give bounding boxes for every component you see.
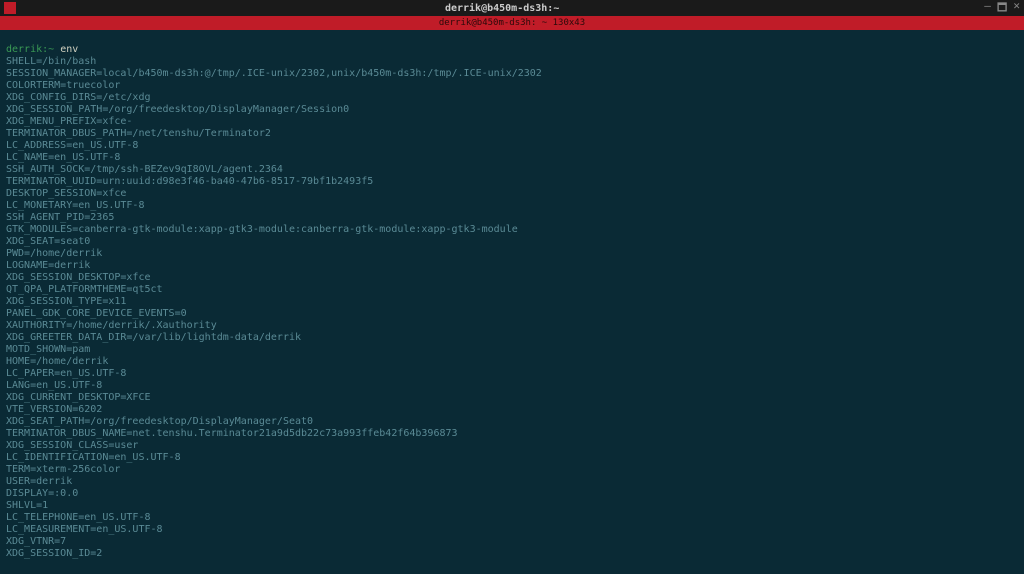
window-controls: — 🗖 ✕ [984, 0, 1020, 18]
env-variable-line: PWD=/home/derrik [6, 248, 1018, 260]
env-variable-line: LC_MEASUREMENT=en_US.UTF-8 [6, 524, 1018, 536]
window-titlebar: derrik@b450m-ds3h:~ — 🗖 ✕ [0, 0, 1024, 16]
env-variable-line: SSH_AUTH_SOCK=/tmp/ssh-BEZev9qI8OVL/agen… [6, 164, 1018, 176]
env-variable-line: TERM=xterm-256color [6, 464, 1018, 476]
env-variable-line: TERMINATOR_DBUS_PATH=/net/tenshu/Termina… [6, 128, 1018, 140]
minimize-button[interactable]: — [984, 0, 991, 18]
env-variable-line: LC_TELEPHONE=en_US.UTF-8 [6, 512, 1018, 524]
tab-label[interactable]: derrik@b450m-ds3h: ~ 130x43 [439, 18, 585, 28]
env-variable-line: XDG_MENU_PREFIX=xfce- [6, 116, 1018, 128]
env-variable-line: GTK_MODULES=canberra-gtk-module:xapp-gtk… [6, 224, 1018, 236]
env-variable-line: VTE_VERSION=6202 [6, 404, 1018, 416]
maximize-button[interactable]: 🗖 [997, 0, 1007, 18]
app-icon [4, 2, 16, 14]
terminal-output[interactable]: derrik:~ env SHELL=/bin/bashSESSION_MANA… [0, 30, 1024, 574]
env-variable-line: SHLVL=1 [6, 500, 1018, 512]
env-variable-line: XDG_SESSION_CLASS=user [6, 440, 1018, 452]
close-button[interactable]: ✕ [1013, 0, 1020, 18]
env-variable-line: QT_QPA_PLATFORMTHEME=qt5ct [6, 284, 1018, 296]
env-variable-line: XDG_SESSION_DESKTOP=xfce [6, 272, 1018, 284]
env-variable-line: XDG_SESSION_PATH=/org/freedesktop/Displa… [6, 104, 1018, 116]
env-variable-line: SSH_AGENT_PID=2365 [6, 212, 1018, 224]
env-variable-line: XDG_GREETER_DATA_DIR=/var/lib/lightdm-da… [6, 332, 1018, 344]
env-variable-line: LC_ADDRESS=en_US.UTF-8 [6, 140, 1018, 152]
env-variable-line: LC_IDENTIFICATION=en_US.UTF-8 [6, 452, 1018, 464]
env-variable-line: LANG=en_US.UTF-8 [6, 380, 1018, 392]
env-output: SHELL=/bin/bashSESSION_MANAGER=local/b45… [6, 56, 1018, 560]
env-variable-line: TERMINATOR_DBUS_NAME=net.tenshu.Terminat… [6, 428, 1018, 440]
env-variable-line: XDG_SESSION_TYPE=x11 [6, 296, 1018, 308]
prompt-line: derrik:~ env [6, 44, 78, 55]
env-variable-line: LC_PAPER=en_US.UTF-8 [6, 368, 1018, 380]
env-variable-line: XDG_SESSION_ID=2 [6, 548, 1018, 560]
tab-bar: derrik@b450m-ds3h: ~ 130x43 [0, 16, 1024, 30]
env-variable-line: COLORTERM=truecolor [6, 80, 1018, 92]
env-variable-line: XDG_SEAT_PATH=/org/freedesktop/DisplayMa… [6, 416, 1018, 428]
prompt-user-host: derrik:~ [6, 44, 54, 55]
env-variable-line: DISPLAY=:0.0 [6, 488, 1018, 500]
env-variable-line: XDG_SEAT=seat0 [6, 236, 1018, 248]
env-variable-line: XDG_CURRENT_DESKTOP=XFCE [6, 392, 1018, 404]
window-title: derrik@b450m-ds3h:~ [20, 3, 984, 14]
env-variable-line: XDG_VTNR=7 [6, 536, 1018, 548]
env-variable-line: SHELL=/bin/bash [6, 56, 1018, 68]
prompt-command: env [54, 44, 78, 55]
env-variable-line: LC_NAME=en_US.UTF-8 [6, 152, 1018, 164]
env-variable-line: XDG_CONFIG_DIRS=/etc/xdg [6, 92, 1018, 104]
env-variable-line: MOTD_SHOWN=pam [6, 344, 1018, 356]
env-variable-line: LC_MONETARY=en_US.UTF-8 [6, 200, 1018, 212]
env-variable-line: HOME=/home/derrik [6, 356, 1018, 368]
env-variable-line: USER=derrik [6, 476, 1018, 488]
env-variable-line: LOGNAME=derrik [6, 260, 1018, 272]
env-variable-line: SESSION_MANAGER=local/b450m-ds3h:@/tmp/.… [6, 68, 1018, 80]
env-variable-line: XAUTHORITY=/home/derrik/.Xauthority [6, 320, 1018, 332]
env-variable-line: TERMINATOR_UUID=urn:uuid:d98e3f46-ba40-4… [6, 176, 1018, 188]
env-variable-line: PANEL_GDK_CORE_DEVICE_EVENTS=0 [6, 308, 1018, 320]
env-variable-line: DESKTOP_SESSION=xfce [6, 188, 1018, 200]
